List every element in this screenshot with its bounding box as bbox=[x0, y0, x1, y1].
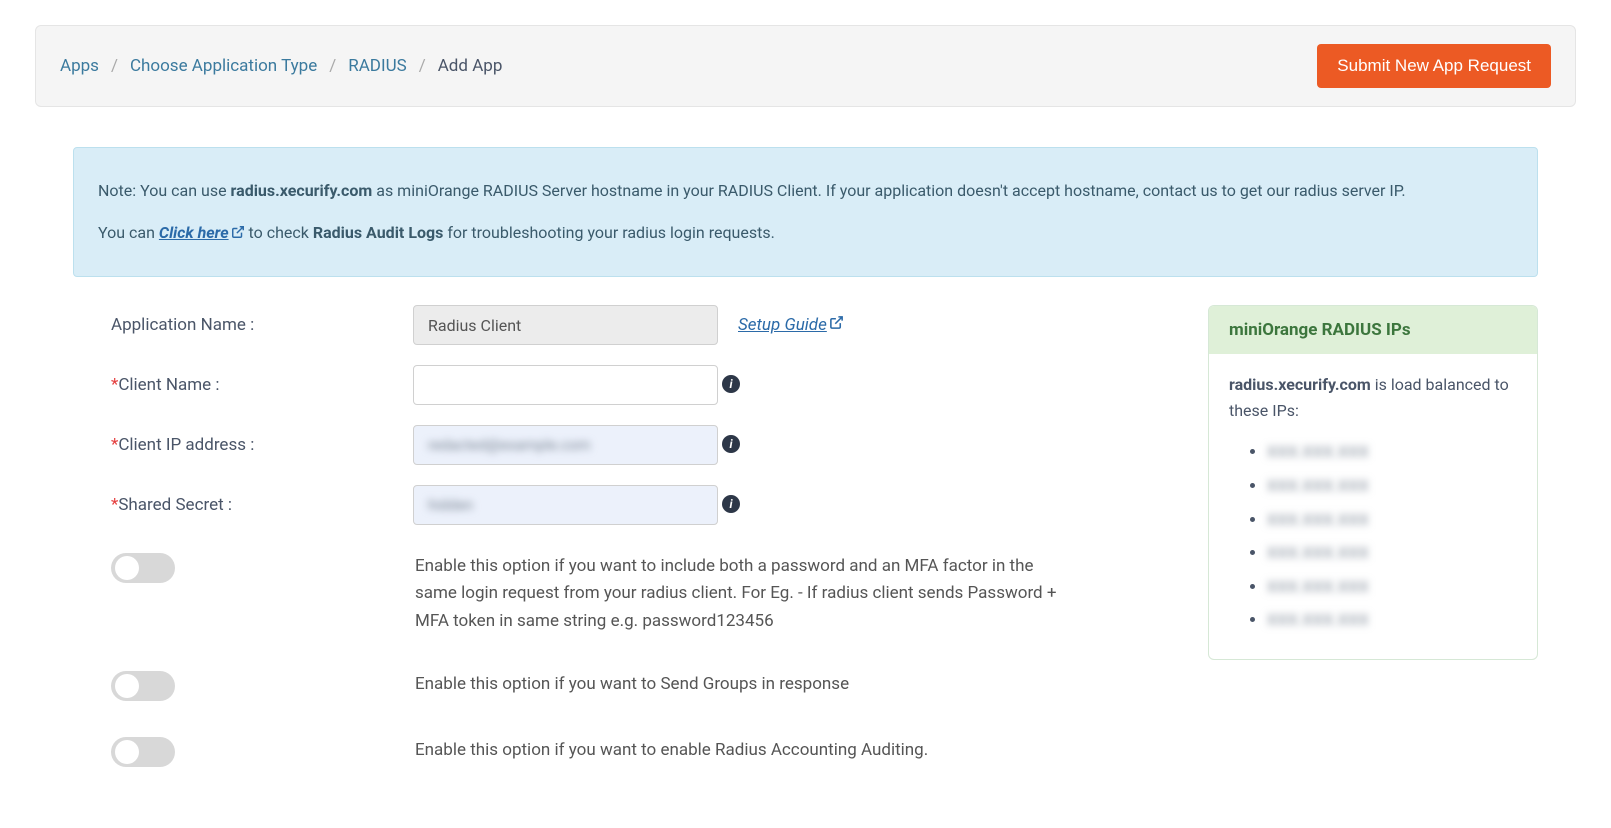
external-link-icon bbox=[231, 213, 245, 255]
ip-list-item: XXX.XXX.XXX bbox=[1267, 473, 1517, 499]
content-area: Note: You can use radius.xecurify.com as… bbox=[35, 147, 1576, 803]
send-groups-toggle[interactable] bbox=[111, 671, 175, 701]
info-text: Note: You can use bbox=[98, 181, 231, 200]
radius-ips-title: miniOrange RADIUS IPs bbox=[1209, 306, 1537, 354]
client-ip-label: *Client IP address : bbox=[73, 425, 413, 455]
info-note-box: Note: You can use radius.xecurify.com as… bbox=[73, 147, 1538, 277]
accounting-toggle[interactable] bbox=[111, 737, 175, 767]
info-text: as miniOrange RADIUS Server hostname in … bbox=[372, 181, 1405, 200]
mfa-concat-description: Enable this option if you want to includ… bbox=[415, 553, 1065, 635]
accounting-description: Enable this option if you want to enable… bbox=[415, 737, 928, 764]
main-layout: Application Name : Radius Client Setup G… bbox=[73, 305, 1538, 803]
shared-secret-input[interactable]: hidden bbox=[413, 485, 718, 525]
app-name-label: Application Name : bbox=[73, 305, 413, 335]
breadcrumb-separator: / bbox=[419, 56, 426, 76]
click-here-link[interactable]: Click here bbox=[159, 223, 245, 242]
breadcrumb-separator: / bbox=[329, 56, 336, 76]
info-text: to check bbox=[245, 223, 313, 242]
shared-secret-label: *Shared Secret : bbox=[73, 485, 413, 515]
radius-ips-body: radius.xecurify.com is load balanced to … bbox=[1209, 354, 1537, 659]
ip-list-item: XXX.XXX.XXX bbox=[1267, 574, 1517, 600]
mfa-concat-toggle[interactable] bbox=[111, 553, 175, 583]
send-groups-description: Enable this option if you want to Send G… bbox=[415, 671, 849, 698]
breadcrumb-radius[interactable]: RADIUS bbox=[348, 56, 406, 76]
ip-list-item: XXX.XXX.XXX bbox=[1267, 507, 1517, 533]
ip-panel-column: miniOrange RADIUS IPs radius.xecurify.co… bbox=[1208, 305, 1538, 803]
info-text: You can bbox=[98, 223, 159, 242]
form-row-app-name: Application Name : Radius Client Setup G… bbox=[73, 305, 1168, 359]
app-name-readonly: Radius Client bbox=[413, 305, 718, 345]
ip-list-item: XXX.XXX.XXX bbox=[1267, 540, 1517, 566]
toggle-row-mfa: Enable this option if you want to includ… bbox=[73, 553, 1168, 635]
form-row-client-name: *Client Name : i bbox=[73, 365, 1168, 419]
info-hostname: radius.xecurify.com bbox=[231, 181, 373, 200]
toggle-row-accounting: Enable this option if you want to enable… bbox=[73, 737, 1168, 767]
client-name-input[interactable] bbox=[413, 365, 718, 405]
form-column: Application Name : Radius Client Setup G… bbox=[73, 305, 1168, 803]
breadcrumb-apps[interactable]: Apps bbox=[60, 56, 99, 76]
info-icon[interactable]: i bbox=[722, 495, 740, 513]
ip-list-item: XXX.XXX.XXX bbox=[1267, 439, 1517, 465]
form-row-shared-secret: *Shared Secret : hidden i bbox=[73, 485, 1168, 539]
breadcrumb-choose-type[interactable]: Choose Application Type bbox=[130, 56, 317, 76]
radius-ips-panel: miniOrange RADIUS IPs radius.xecurify.co… bbox=[1208, 305, 1538, 660]
ip-list-item: XXX.XXX.XXX bbox=[1267, 607, 1517, 633]
form-row-client-ip: *Client IP address : redacted@example.co… bbox=[73, 425, 1168, 479]
breadcrumb-current: Add App bbox=[438, 56, 503, 76]
setup-guide-link[interactable]: Setup Guide bbox=[738, 305, 844, 335]
breadcrumb-separator: / bbox=[111, 56, 118, 76]
info-icon[interactable]: i bbox=[722, 435, 740, 453]
info-text: for troubleshooting your radius login re… bbox=[443, 223, 774, 242]
page-container: Apps / Choose Application Type / RADIUS … bbox=[0, 0, 1611, 828]
radius-host: radius.xecurify.com bbox=[1229, 375, 1371, 394]
client-name-label: *Client Name : bbox=[73, 365, 413, 395]
breadcrumb: Apps / Choose Application Type / RADIUS … bbox=[60, 56, 502, 76]
toggle-row-groups: Enable this option if you want to Send G… bbox=[73, 671, 1168, 701]
client-ip-input[interactable]: redacted@example.com bbox=[413, 425, 718, 465]
radius-ip-list: XXX.XXX.XXX XXX.XXX.XXX XXX.XXX.XXX XXX.… bbox=[1229, 439, 1517, 633]
external-link-icon bbox=[829, 315, 844, 335]
info-icon[interactable]: i bbox=[722, 375, 740, 393]
info-audit-logs: Radius Audit Logs bbox=[313, 223, 444, 242]
submit-new-app-button[interactable]: Submit New App Request bbox=[1317, 44, 1551, 88]
header-bar: Apps / Choose Application Type / RADIUS … bbox=[35, 25, 1576, 107]
